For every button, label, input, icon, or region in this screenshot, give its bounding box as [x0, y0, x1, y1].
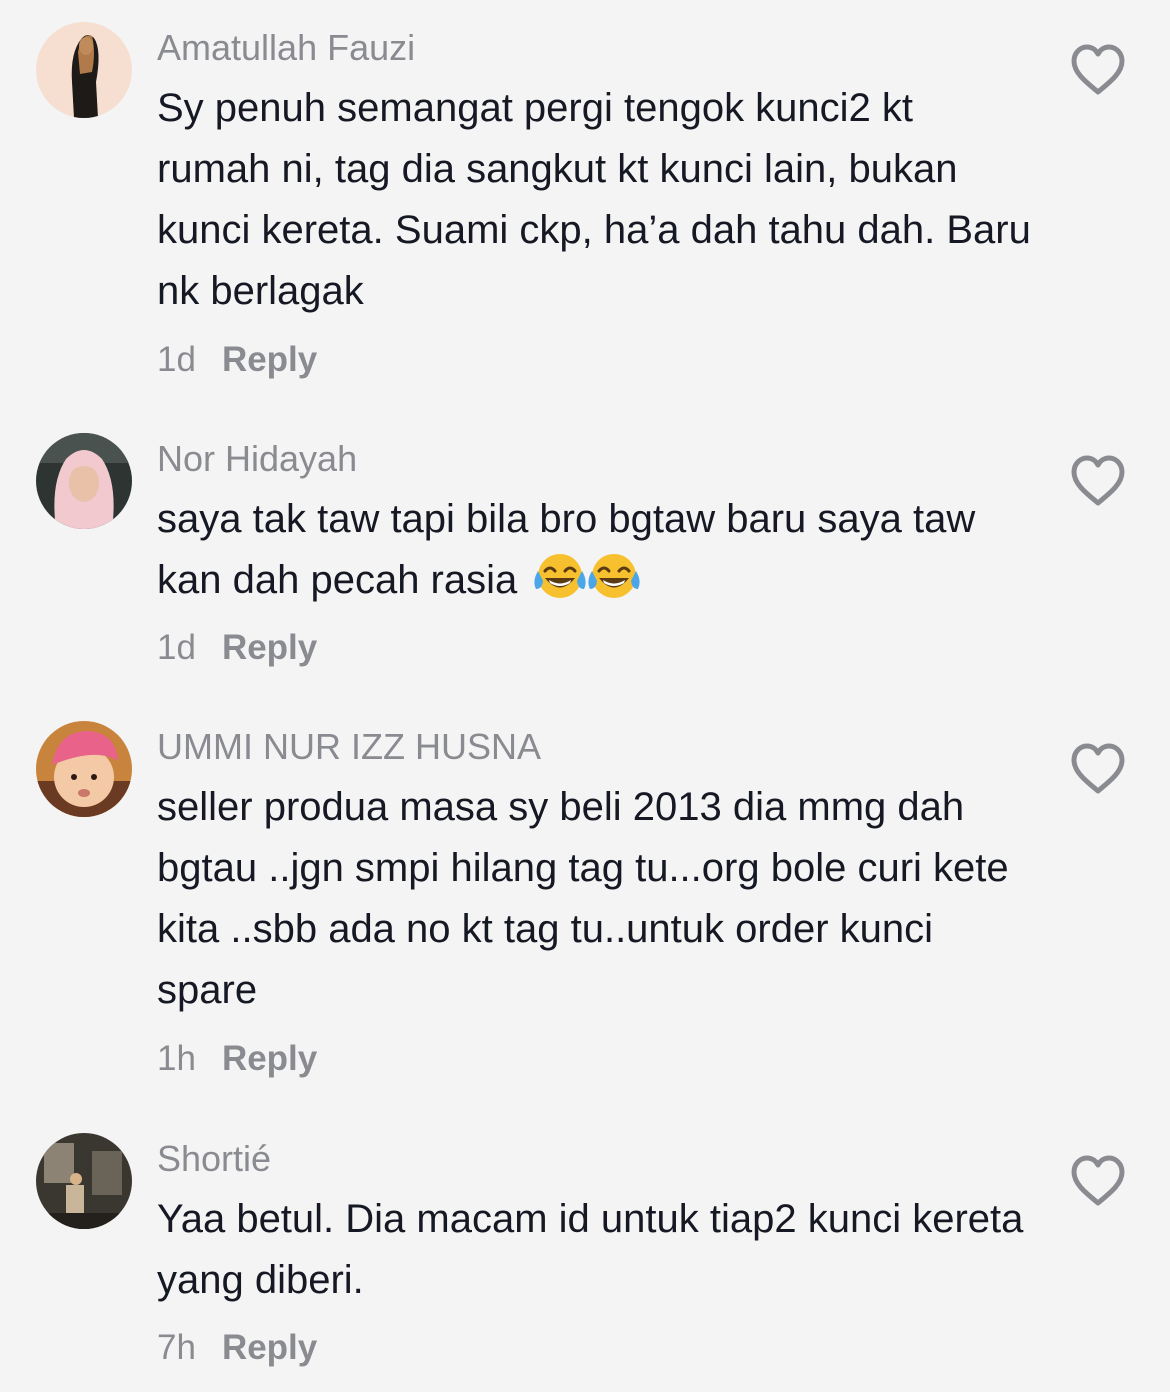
avatar[interactable] — [36, 1133, 132, 1229]
comment-username[interactable]: Shortié — [157, 1139, 271, 1179]
comment-text: saya tak taw tapi bila bro bgtaw baru sa… — [157, 489, 1037, 611]
reply-button[interactable]: Reply — [222, 1039, 317, 1078]
reply-button[interactable]: Reply — [222, 1328, 317, 1367]
comment-meta: 7h Reply — [157, 1328, 317, 1368]
like-button[interactable] — [1068, 741, 1128, 797]
heart-outline-icon — [1071, 44, 1125, 95]
avatar[interactable] — [36, 721, 132, 817]
avatar-room-photo-icon — [36, 1133, 132, 1229]
comment-meta: 1d Reply — [157, 340, 317, 380]
comment-text: Yaa betul. Dia macam id untuk tiap2 kunc… — [157, 1197, 1024, 1302]
like-button[interactable] — [1068, 453, 1128, 509]
reply-button[interactable]: Reply — [222, 340, 317, 379]
comment-meta: 1d Reply — [157, 628, 317, 668]
like-button[interactable] — [1068, 1153, 1128, 1209]
tears-of-joy-emoji-icon — [586, 551, 642, 601]
heart-outline-icon — [1071, 743, 1125, 794]
tears-of-joy-emoji-icon — [532, 551, 588, 601]
comment-list: Amatullah Fauzi Sy penuh semangat pergi … — [0, 0, 1170, 1392]
comment-text: seller produa masa sy beli 2013 dia mmg … — [157, 785, 1009, 1012]
avatar-hijab-silhouette-icon — [36, 22, 132, 118]
heart-outline-icon — [1071, 455, 1125, 506]
comment-username[interactable]: Nor Hidayah — [157, 439, 357, 479]
avatar[interactable] — [36, 22, 132, 118]
comment-username[interactable]: Amatullah Fauzi — [157, 28, 415, 68]
comment-time: 7h — [157, 1328, 196, 1367]
reply-button[interactable]: Reply — [222, 628, 317, 667]
comment-text: Sy penuh semangat pergi tengok kunci2 kt… — [157, 86, 1031, 313]
heart-outline-icon — [1071, 1155, 1125, 1206]
comment-time: 1d — [157, 628, 196, 667]
avatar-baby-pink-hat-icon — [36, 721, 132, 817]
avatar-woman-pink-hijab-icon — [36, 433, 132, 529]
like-button[interactable] — [1068, 42, 1128, 98]
avatar[interactable] — [36, 433, 132, 529]
comment-username[interactable]: UMMI NUR IZZ HUSNA — [157, 727, 541, 767]
comment-meta: 1h Reply — [157, 1039, 317, 1079]
comment-time: 1d — [157, 340, 196, 379]
comment-time: 1h — [157, 1039, 196, 1078]
